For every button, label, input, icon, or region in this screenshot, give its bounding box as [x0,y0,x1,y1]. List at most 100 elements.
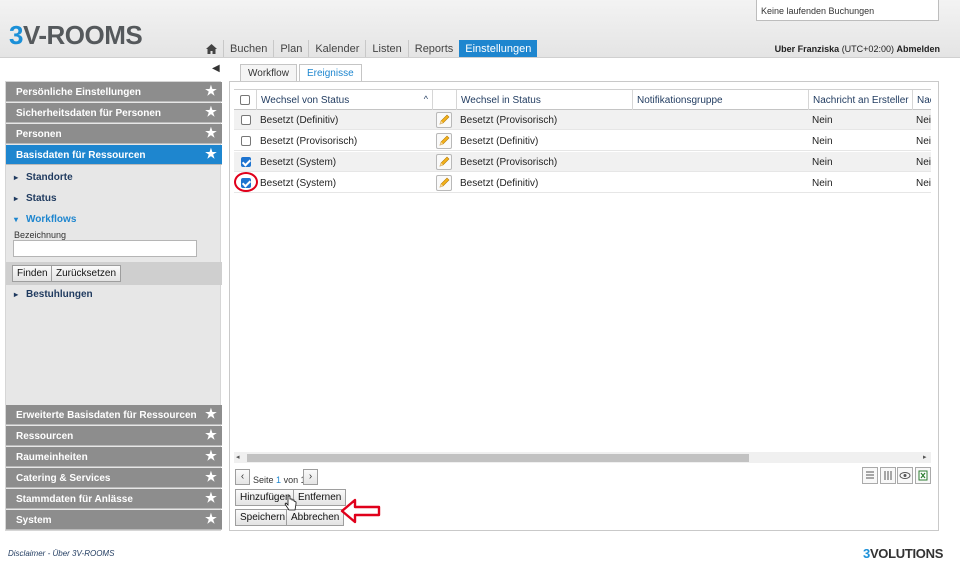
section-label: Stammdaten für Anlässe [16,494,133,505]
star-icon[interactable]: ★ [204,449,218,463]
cell-group [632,131,808,151]
star-icon[interactable]: ★ [204,407,218,421]
scroll-left-icon[interactable]: ◂ [236,453,240,461]
cell-group [632,173,808,193]
edit-button[interactable] [436,112,452,128]
tab-ereignisse[interactable]: Ereignisse [298,64,362,81]
item-label: Workflows [26,214,77,225]
sidebar-section-personen[interactable]: Personen ★ [6,124,222,144]
star-icon[interactable]: ★ [204,84,218,98]
col-header-notify[interactable]: Nachricht an Ersteller [808,90,912,110]
select-all-checkbox[interactable] [240,95,250,105]
grid-header: Wechsel von Status ^ Wechsel in Status No… [234,89,931,110]
nav-reports[interactable]: Reports [407,40,460,58]
logo-prefix: 3 [9,20,23,50]
sidebar-section-persoenliche-einstellungen[interactable]: Persönliche Einstellungen ★ [6,82,222,102]
table-row[interactable]: Besetzt (System) Besetzt (Definitiv) Nei… [234,173,931,193]
disclaimer-link[interactable]: Disclaimer [8,549,45,558]
sidebar-section-stammdaten[interactable]: Stammdaten für Anlässe ★ [6,489,222,509]
pencil-icon [439,114,450,125]
star-icon[interactable]: ★ [204,470,218,484]
pager-info: Seite 1 von 1 [253,475,306,485]
columns-icon[interactable] [880,467,896,484]
eye-icon[interactable] [897,467,913,484]
star-icon[interactable]: ★ [204,147,218,161]
table-row[interactable]: Besetzt (Provisorisch) Besetzt (Definiti… [234,131,931,151]
nav-einstellungen[interactable]: Einstellungen [459,40,538,58]
star-icon[interactable]: ★ [204,491,218,505]
cell-from: Besetzt (Provisorisch) [260,136,358,147]
star-icon[interactable]: ★ [204,428,218,442]
edit-button[interactable] [436,154,452,170]
section-label: Personen [16,129,62,140]
cell-from: Besetzt (System) [260,178,337,189]
edit-button[interactable] [436,133,452,149]
sidebar-section-raumeinheiten[interactable]: Raumeinheiten ★ [6,447,222,467]
sidebar-section-ressourcen[interactable]: Ressourcen ★ [6,426,222,446]
nav-listen[interactable]: Listen [365,40,407,58]
sidebar: Persönliche Einstellungen ★ Sicherheitsda… [5,81,222,531]
sidebar-section-basisdaten-ressourcen[interactable]: Basisdaten für Ressourcen ★ [6,145,222,165]
collapse-sidebar-icon[interactable]: ◀ [212,63,220,74]
logo-text: VOLUTIONS [869,546,944,561]
section-label: Raumeinheiten [16,452,88,463]
sidebar-section-sicherheitsdaten[interactable]: Sicherheitsdaten für Personen ★ [6,103,222,123]
sidebar-section-catering[interactable]: Catering & Services ★ [6,468,222,488]
nav-plan[interactable]: Plan [273,40,308,58]
filter-button-bar: Finden Zurücksetzen [6,262,222,285]
col-label: Wechsel von Status [261,95,350,106]
reset-button[interactable]: Zurücksetzen [51,265,122,282]
col-header-extra[interactable]: Nac [912,90,931,110]
sidebar-item-workflows[interactable]: ▾ Workflows [14,214,76,225]
cell-extra: Nei [916,136,931,147]
col-header-group[interactable]: Notifikationsgruppe [632,90,808,110]
tab-workflow[interactable]: Workflow [240,64,297,81]
cell-group [632,152,808,172]
star-icon[interactable]: ★ [204,105,218,119]
filter-label: Bezeichnung [14,230,67,240]
section-label: Sicherheitsdaten für Personen [16,108,162,119]
row-checkbox[interactable] [241,136,251,146]
cell-notify: Nein [812,136,833,147]
chevron-down-icon: ▾ [14,215,19,224]
scroll-right-icon[interactable]: ▸ [923,453,927,461]
sidebar-item-standorte[interactable]: ▸ Standorte [14,172,73,183]
remove-button[interactable]: Entfernen [293,489,347,506]
bezeichnung-input[interactable] [13,240,197,257]
star-icon[interactable]: ★ [204,512,218,526]
col-header-to[interactable]: Wechsel in Status [456,90,632,110]
find-button[interactable]: Finden [12,265,53,282]
nav-kalender[interactable]: Kalender [308,40,365,58]
edit-button[interactable] [436,175,452,191]
logout-link[interactable]: Abmelden [896,44,940,54]
logo-text: V-ROOMS [22,20,143,50]
excel-export-icon[interactable] [915,467,931,484]
list-view-icon[interactable] [862,467,878,484]
save-button[interactable]: Speichern [235,509,291,526]
pencil-icon [439,177,450,188]
section-label: Persönliche Einstellungen [16,87,142,98]
star-icon[interactable]: ★ [204,126,218,140]
sidebar-item-status[interactable]: ▸ Status [14,193,57,204]
table-row[interactable]: Besetzt (System) Besetzt (Provisorisch) … [234,152,931,172]
sidebar-section-system[interactable]: System ★ [6,510,222,530]
home-button[interactable] [200,40,223,58]
col-header-from[interactable]: Wechsel von Status ^ [256,90,432,110]
sidebar-section-erweiterte-basisdaten[interactable]: Erweiterte Basisdaten für Ressourcen ★ [6,405,222,425]
section-label: Catering & Services [16,473,111,484]
prev-page-button[interactable]: ‹ [235,469,250,485]
annotation-circle [234,172,258,192]
cell-to: Besetzt (Definitiv) [460,178,539,189]
annotation-arrow [340,498,381,524]
nav-buchen[interactable]: Buchen [223,40,273,58]
table-row[interactable]: Besetzt (Definitiv) Besetzt (Provisorisc… [234,110,931,130]
about-link[interactable]: Über 3V-ROOMS [52,549,114,558]
row-checkbox[interactable] [241,157,251,167]
user-name: Uber Franziska [774,44,840,54]
next-page-button[interactable]: › [303,469,318,485]
sidebar-item-bestuhlungen[interactable]: ▸ Bestuhlungen [14,289,93,300]
col-header-edit [432,90,456,110]
row-checkbox[interactable] [241,115,251,125]
cell-from: Besetzt (System) [260,157,337,168]
scrollbar-thumb[interactable] [247,454,749,462]
